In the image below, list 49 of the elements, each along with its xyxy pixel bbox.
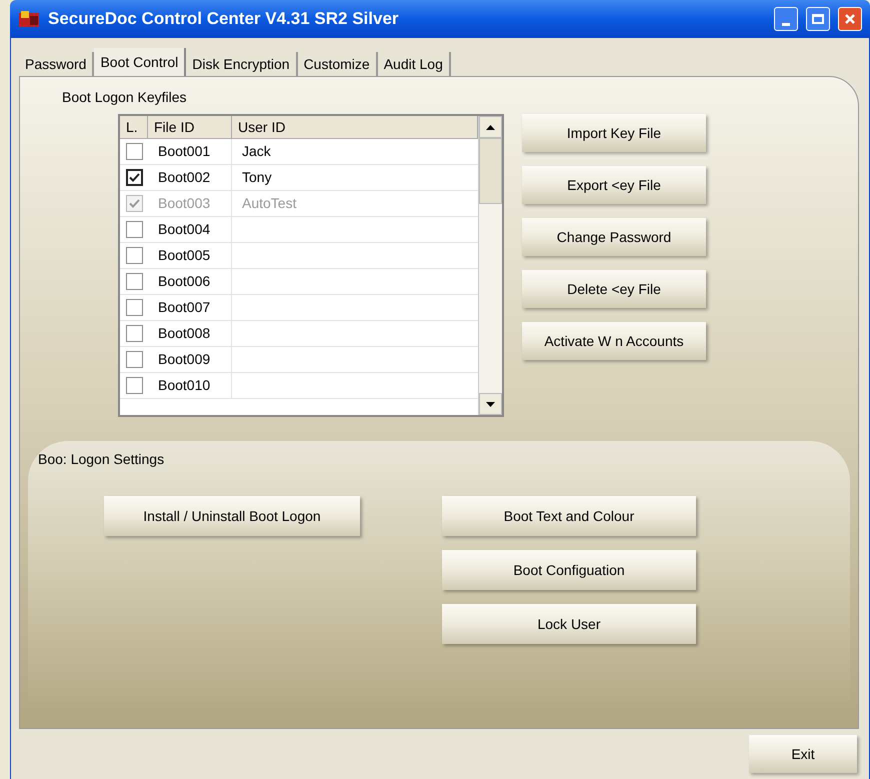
action-button[interactable]: Import Key File	[522, 114, 706, 152]
table-cell: Boot007	[148, 295, 232, 320]
action-button[interactable]: Delete <ey File	[522, 270, 706, 308]
scroll-up-icon[interactable]	[479, 116, 502, 138]
table-cell-text: AutoTest	[241, 194, 298, 213]
action-button[interactable]: Change Password	[522, 218, 706, 256]
close-button[interactable]	[838, 7, 862, 31]
exit-button[interactable]: Exit	[749, 735, 857, 773]
checkbox[interactable]	[126, 247, 142, 264]
checkbox[interactable]	[126, 221, 142, 238]
checkmark-icon	[128, 172, 140, 183]
checkbox[interactable]	[126, 273, 142, 290]
table-cell: Boot010	[148, 373, 232, 398]
action-button[interactable]: Lock User	[442, 604, 696, 644]
checkbox[interactable]	[126, 169, 142, 186]
table-cell: Boot001	[148, 139, 232, 164]
table-cell-text: Jack	[241, 142, 272, 161]
group-title: Boo: Logon Settings	[38, 450, 166, 469]
table-cell: Boot009	[148, 347, 232, 372]
column-header[interactable]: File ID	[148, 116, 232, 138]
action-button[interactable]: Activate W n Accounts	[522, 322, 706, 360]
maximize-button[interactable]	[806, 7, 830, 31]
minimize-button[interactable]	[774, 7, 798, 31]
column-header[interactable]: L.	[120, 116, 148, 138]
window-title: SecureDoc Control Center V4.31 SR2 Silver	[48, 8, 400, 30]
table-cell-text: Tony	[241, 168, 273, 187]
close-icon	[844, 13, 856, 25]
table-cell: Boot002	[148, 165, 232, 190]
table-cell: Boot005	[148, 243, 232, 268]
checkbox[interactable]	[126, 143, 142, 160]
action-button[interactable]: Install / Uninstall Boot Logon	[104, 496, 360, 536]
scrollbar[interactable]	[478, 116, 502, 415]
group-title: Boot Logon Keyfiles	[62, 88, 188, 107]
action-button[interactable]: Boot Text and Colour	[442, 496, 696, 536]
app-icon	[18, 10, 40, 28]
table-cell: Boot004	[148, 217, 232, 242]
tab[interactable]: Boot Control	[94, 48, 186, 76]
action-button[interactable]: Export <ey File	[522, 166, 706, 204]
table-cell: Boot003	[148, 191, 232, 216]
checkbox[interactable]	[126, 377, 142, 394]
checkbox[interactable]	[126, 299, 142, 316]
action-button[interactable]: Boot Configuation	[442, 550, 696, 590]
checkbox[interactable]	[126, 351, 142, 368]
scroll-thumb[interactable]	[479, 138, 502, 204]
checkbox[interactable]	[126, 325, 142, 342]
checkmark-icon	[128, 198, 140, 209]
table-cell: Boot008	[148, 321, 232, 346]
scroll-down-icon[interactable]	[479, 393, 502, 415]
table-cell: Boot006	[148, 269, 232, 294]
